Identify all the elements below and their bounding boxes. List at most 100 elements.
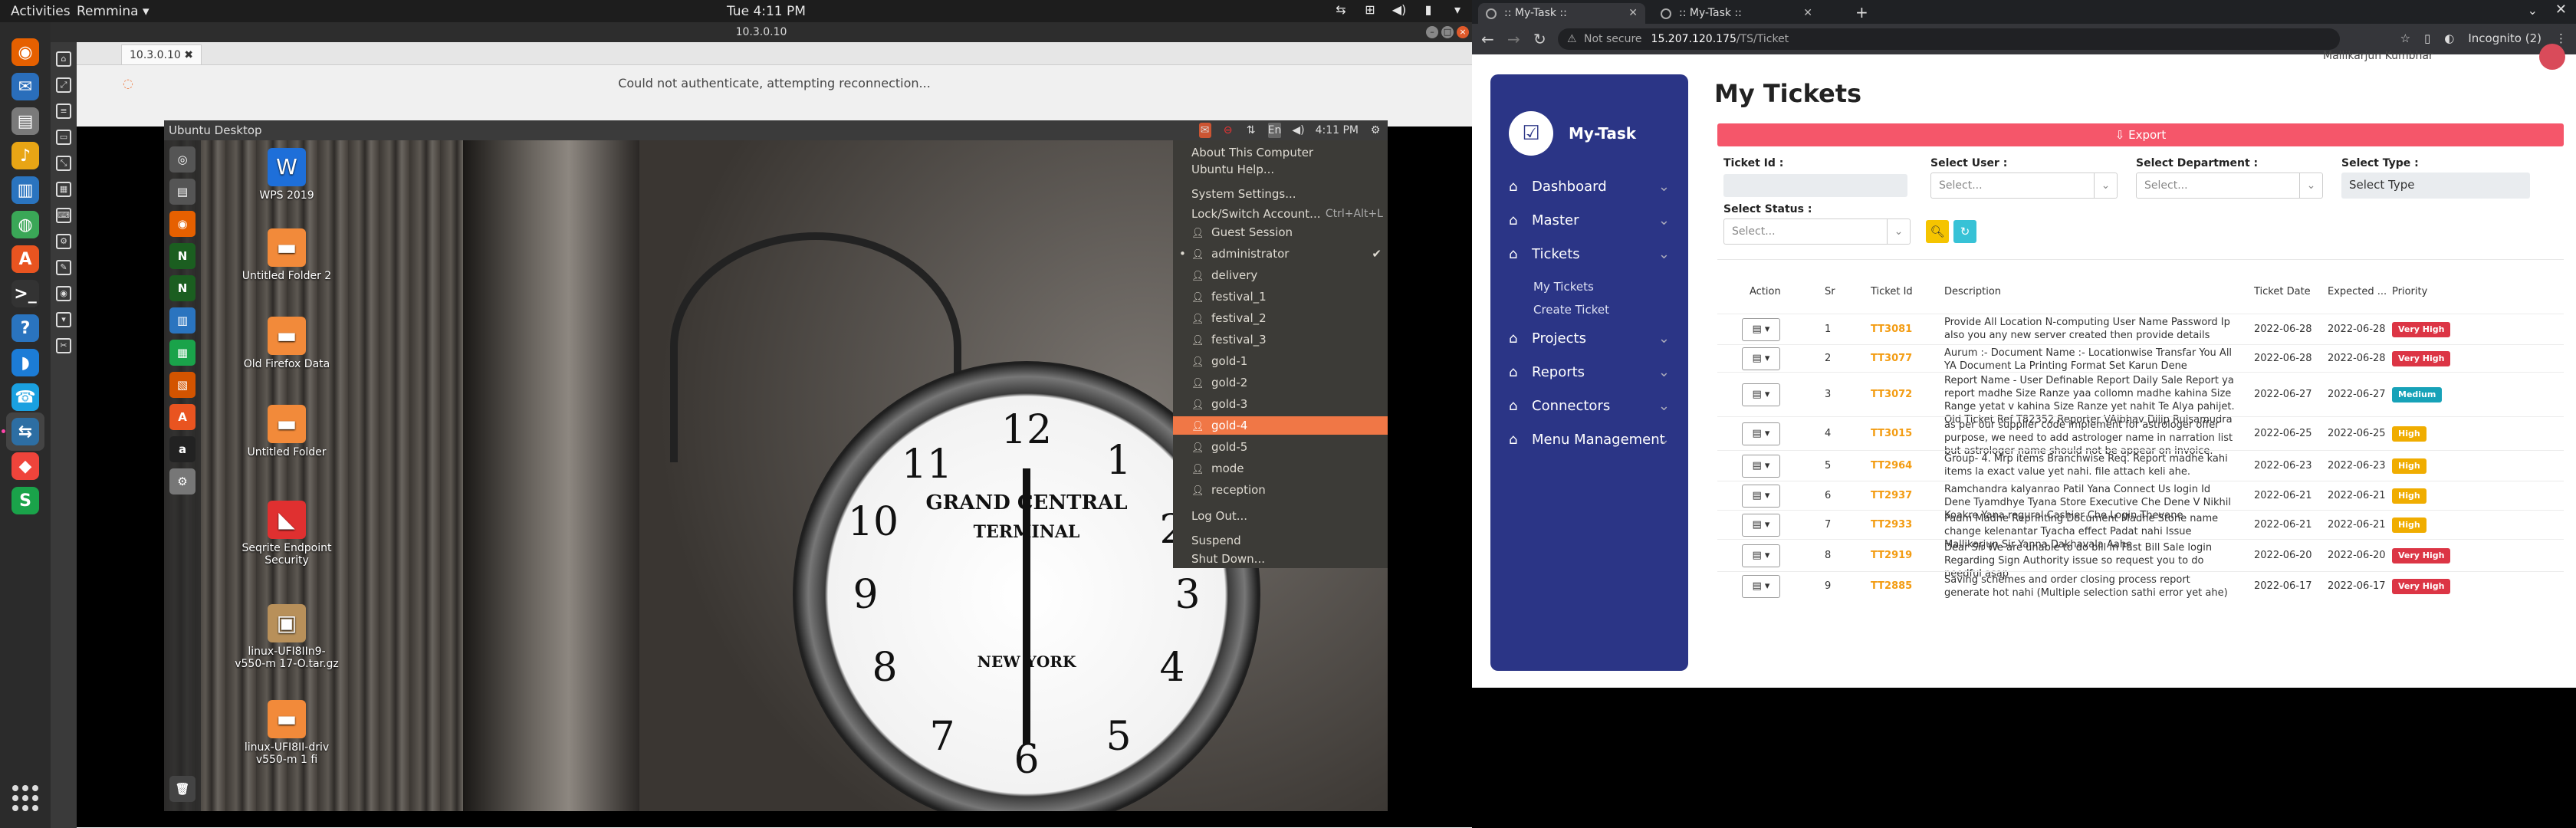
- menu-item-gold-2[interactable]: 👤︎ gold-2: [1173, 373, 1388, 392]
- phone-icon[interactable]: ☎: [6, 378, 44, 416]
- nav-menu-management[interactable]: ⌂ Menu Management ⌄: [1509, 432, 1670, 448]
- rhythmbox-icon[interactable]: ♪: [6, 136, 44, 175]
- ticket-id-link[interactable]: TT2919: [1871, 550, 1912, 561]
- ticket-id-link[interactable]: TT2937: [1871, 490, 1912, 501]
- menu-item-festival-1[interactable]: 👤︎ festival_1: [1173, 288, 1388, 306]
- nav-connectors[interactable]: ⌂ Connectors ⌄: [1509, 398, 1670, 414]
- ubuntu-time[interactable]: 4:11 PM: [1316, 123, 1359, 138]
- side-panel-icon[interactable]: ▯: [2424, 31, 2430, 45]
- ticket-id-link[interactable]: TT2933: [1871, 519, 1912, 531]
- column-header[interactable]: Description: [1944, 286, 2001, 297]
- scale-icon[interactable]: ⤡: [56, 156, 71, 171]
- desktop-icon[interactable]: ▬ Old Firefox Data: [233, 317, 340, 370]
- close-icon[interactable]: ✕: [1803, 3, 1812, 24]
- menu-item-gold-4[interactable]: 👤︎ gold-4: [1173, 416, 1388, 435]
- select-user-dropdown[interactable]: Select... ⌄: [1930, 172, 2118, 199]
- multi-monitor-icon[interactable]: ▦: [56, 182, 71, 197]
- tab-connection[interactable]: 10.3.0.10 ✖: [121, 44, 202, 64]
- remmina-tray-icon[interactable]: ⇆: [1332, 2, 1349, 19]
- files-icon[interactable]: ▤: [6, 102, 44, 140]
- close-icon[interactable]: ×: [1457, 26, 1469, 38]
- nav-tickets[interactable]: ⌂ Tickets ⌄: [1509, 246, 1670, 262]
- close-icon[interactable]: ✕: [1628, 3, 1638, 24]
- settings-icon[interactable]: ⚙: [169, 468, 196, 495]
- grab-keyboard-icon[interactable]: ⌨: [56, 208, 71, 223]
- menu-item-ubuntu-help[interactable]: Ubuntu Help...: [1173, 160, 1388, 179]
- column-header[interactable]: Sr: [1825, 286, 1835, 297]
- row-action-button[interactable]: ▤ ▾: [1742, 575, 1780, 598]
- column-header[interactable]: Action: [1750, 286, 1781, 297]
- files-icon[interactable]: ▤: [169, 179, 196, 205]
- menu-item-reception[interactable]: 👤︎ reception: [1173, 481, 1388, 499]
- desktop-icon[interactable]: ▬ linux-UFI8II-driv v550-m 1 fi: [233, 700, 340, 766]
- firefox-icon[interactable]: ◉: [6, 33, 44, 71]
- clock[interactable]: Tue 4:11 PM: [727, 4, 806, 19]
- row-action-button[interactable]: ▤ ▾: [1742, 318, 1780, 341]
- keyboard-layout-icon[interactable]: En: [1267, 123, 1282, 138]
- menu-item-festival-3[interactable]: 👤︎ festival_3: [1173, 330, 1388, 349]
- writer-icon[interactable]: ▥: [6, 171, 44, 209]
- row-action-button[interactable]: ▤ ▾: [1742, 347, 1780, 370]
- minimize-toolbar-icon[interactable]: ▾: [56, 312, 71, 327]
- network-arrows-icon[interactable]: ⇅: [1245, 123, 1257, 138]
- fullscreen-icon[interactable]: ⤢: [56, 77, 71, 93]
- remmina-icon[interactable]: ⇆: [2, 412, 44, 451]
- thunderbird-icon[interactable]: ✉: [6, 67, 44, 106]
- row-action-button[interactable]: ▤ ▾: [1742, 514, 1780, 537]
- system-tray[interactable]: ⇆ ⊞ ◀) ▮ ▾: [1332, 2, 1466, 19]
- dash-icon[interactable]: ◎: [169, 146, 196, 172]
- nav-projects[interactable]: ⌂ Projects ⌄: [1509, 330, 1670, 347]
- ticket-id-input[interactable]: [1723, 174, 1907, 197]
- menu-item-system-settings[interactable]: System Settings...: [1173, 185, 1388, 203]
- app-n2-icon[interactable]: N: [169, 275, 196, 301]
- menu-item-about-this-computer[interactable]: About This Computer: [1173, 143, 1388, 162]
- menu-item-lock-switch-account[interactable]: Lock/Switch Account... Ctrl+Alt+L: [1173, 205, 1388, 223]
- desktop-icon[interactable]: ▬ Untitled Folder: [233, 405, 340, 458]
- remote-dolphin-icon[interactable]: ◗: [6, 343, 44, 382]
- volume-icon[interactable]: ◀): [1292, 123, 1304, 138]
- menu-item-gold-5[interactable]: 👤︎ gold-5: [1173, 438, 1388, 456]
- column-header[interactable]: Ticket Id: [1871, 286, 1913, 297]
- nav-reports[interactable]: ⌂ Reports ⌄: [1509, 364, 1670, 380]
- tab-search-icon[interactable]: ⌄: [2528, 3, 2538, 18]
- new-tab-button[interactable]: +: [1855, 3, 1868, 21]
- amazon-icon[interactable]: a: [169, 436, 196, 462]
- row-action-button[interactable]: ▤ ▾: [1742, 485, 1780, 508]
- show-apps-icon[interactable]: [12, 785, 38, 811]
- app-n-icon[interactable]: N: [169, 243, 196, 269]
- subnav-create-ticket[interactable]: Create Ticket: [1533, 303, 1609, 317]
- maximize-icon[interactable]: □: [1441, 26, 1454, 38]
- nav-dashboard[interactable]: ⌂ Dashboard ⌄: [1509, 179, 1670, 195]
- user-name[interactable]: Mallikarjun Kumbhar: [2323, 50, 2433, 62]
- ticket-id-link[interactable]: TT2885: [1871, 580, 1912, 592]
- firefox-icon[interactable]: ◉: [169, 211, 196, 237]
- select-department-dropdown[interactable]: Select... ⌄: [2136, 172, 2323, 199]
- menu-icon[interactable]: ⋮: [2555, 31, 2567, 45]
- screenshot-icon[interactable]: ◉: [56, 286, 71, 301]
- menu-item-delivery[interactable]: 👤︎ delivery: [1173, 266, 1388, 284]
- menu-item-log-out[interactable]: Log Out...: [1173, 507, 1388, 525]
- calc-icon[interactable]: ▦: [169, 340, 196, 366]
- ticket-id-link[interactable]: TT3077: [1871, 353, 1912, 364]
- sheets-icon[interactable]: S: [6, 481, 44, 520]
- menu-item-administrator[interactable]: • 👤︎ administrator ✔: [1173, 245, 1388, 263]
- ticket-id-link[interactable]: TT3015: [1871, 428, 1912, 439]
- toggle-icon[interactable]: ≡: [56, 104, 71, 119]
- chrome-icon[interactable]: ◍: [6, 205, 44, 244]
- refresh-button[interactable]: ↻: [1953, 220, 1976, 243]
- incognito-icon[interactable]: ◐: [2444, 31, 2454, 45]
- address-bar[interactable]: ⚠ Not secure 15.207.120.175/TS/Ticket: [1558, 28, 2340, 50]
- menu-item-suspend[interactable]: Suspend: [1173, 531, 1388, 550]
- column-header[interactable]: Ticket Date: [2254, 286, 2311, 297]
- subnav-my-tickets[interactable]: My Tickets: [1533, 280, 1594, 294]
- bookmark-star-icon[interactable]: ☆: [2400, 31, 2410, 45]
- select-status-dropdown[interactable]: Select... ⌄: [1723, 219, 1911, 245]
- reload-icon[interactable]: ↻: [1533, 30, 1546, 48]
- menu-item-shut-down[interactable]: Shut Down...: [1173, 550, 1388, 568]
- row-action-button[interactable]: ▤ ▾: [1742, 544, 1780, 567]
- export-button[interactable]: ⇩ Export: [1717, 123, 2564, 146]
- activities-button[interactable]: Activities: [11, 4, 71, 19]
- fit-window-icon[interactable]: ▭: [56, 130, 71, 145]
- writer-icon[interactable]: ▥: [169, 307, 196, 334]
- menu-item-guest-session[interactable]: 👤︎ Guest Session: [1173, 223, 1388, 242]
